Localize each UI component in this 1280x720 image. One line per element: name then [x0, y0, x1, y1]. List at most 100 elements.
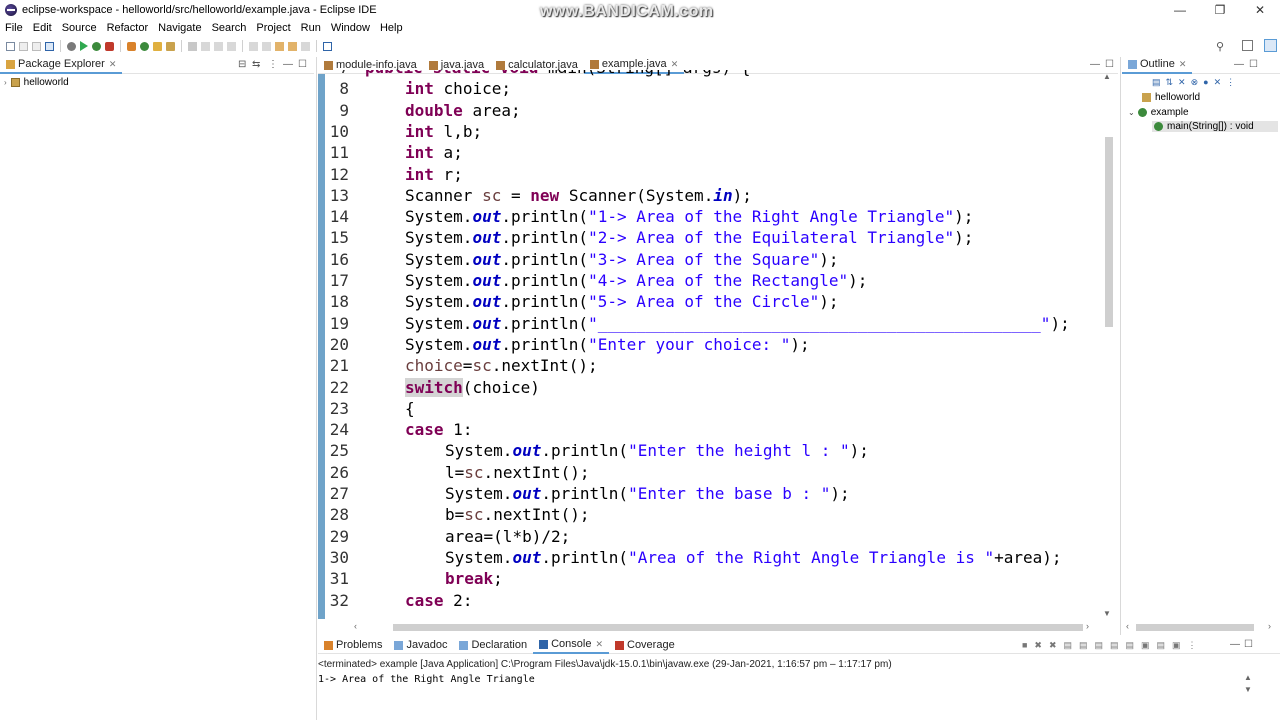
save-icon[interactable] — [19, 41, 28, 51]
forward-icon[interactable] — [301, 41, 310, 51]
back-icon[interactable] — [288, 41, 297, 51]
scroll-left-icon[interactable]: ‹ — [1126, 621, 1129, 631]
code-text-area[interactable]: 7 public static void main(String[] args) … — [325, 70, 1101, 619]
minimize-button[interactable]: — — [1160, 0, 1200, 20]
outline-item-package[interactable]: helloworld — [1142, 92, 1200, 103]
chevron-right-icon[interactable]: › — [4, 78, 7, 87]
code-line[interactable]: 10 int l,b; — [325, 121, 1101, 142]
code-line[interactable]: 28 b=sc.nextInt(); — [325, 504, 1101, 525]
code-line[interactable]: 23 { — [325, 398, 1101, 419]
code-line[interactable]: 19 System.out.println("__________________… — [325, 313, 1101, 334]
maximize-view-icon[interactable]: ☐ — [1249, 59, 1258, 70]
code-line[interactable]: 25 System.out.println("Enter the height l… — [325, 440, 1101, 461]
scroll-down-icon[interactable]: ▼ — [1244, 685, 1252, 694]
project-tree-item[interactable]: › helloworld — [4, 77, 69, 88]
last-edit-icon[interactable] — [275, 41, 284, 51]
run-icon[interactable] — [80, 41, 88, 51]
horizontal-scroll-thumb[interactable] — [393, 624, 1083, 631]
console-output[interactable]: 1-> Area of the Right Angle Triangle — [318, 674, 535, 685]
tab-problems[interactable]: Problems — [318, 637, 388, 654]
code-line[interactable]: 27 System.out.println("Enter the base b :… — [325, 483, 1101, 504]
code-line[interactable]: 32 case 2: — [325, 590, 1101, 611]
outline-item-class[interactable]: ⌄ example — [1128, 107, 1189, 118]
block-select-icon[interactable] — [227, 41, 236, 51]
minimize-view-icon[interactable]: — — [1090, 59, 1100, 70]
menu-help[interactable]: Help — [375, 22, 408, 34]
sash-right[interactable] — [1120, 57, 1121, 635]
code-line[interactable]: 8 int choice; — [325, 78, 1101, 99]
code-line[interactable]: 9 double area; — [325, 100, 1101, 121]
coverage-icon[interactable] — [92, 41, 101, 51]
maximize-view-icon[interactable]: ☐ — [1105, 59, 1114, 70]
menu-refactor[interactable]: Refactor — [102, 22, 154, 34]
tab-outline[interactable]: Outline ✕ — [1122, 56, 1193, 74]
code-line[interactable]: 16 System.out.println("3-> Area of the Sq… — [325, 249, 1101, 270]
view-menu-icon[interactable]: ⋮ — [268, 59, 278, 70]
close-icon[interactable]: ✕ — [671, 59, 679, 70]
debug-icon[interactable] — [67, 41, 76, 51]
new-java-project-icon[interactable] — [127, 41, 136, 51]
tab-declaration[interactable]: Declaration — [453, 637, 533, 654]
code-line[interactable]: 29 area=(l*b)/2; — [325, 526, 1101, 547]
tab-package-explorer[interactable]: Package Explorer ✕ — [0, 56, 123, 74]
tab-coverage[interactable]: Coverage — [609, 637, 681, 654]
scroll-down-icon[interactable]: ▼ — [1103, 609, 1111, 618]
new-class-icon[interactable] — [140, 41, 149, 51]
next-annotation-icon[interactable] — [249, 41, 258, 51]
menu-source[interactable]: Source — [57, 22, 102, 34]
new-icon[interactable] — [6, 41, 15, 51]
search-icon[interactable]: ⚲ — [1216, 40, 1224, 53]
pin-editor-icon[interactable] — [323, 41, 332, 51]
whitespace-icon[interactable] — [214, 41, 223, 51]
java-perspective-icon[interactable] — [1264, 39, 1277, 52]
menu-navigate[interactable]: Navigate — [153, 22, 206, 34]
menu-window[interactable]: Window — [326, 22, 375, 34]
menu-search[interactable]: Search — [207, 22, 252, 34]
code-line[interactable]: 12 int r; — [325, 164, 1101, 185]
close-icon[interactable]: ✕ — [109, 59, 117, 70]
scroll-up-icon[interactable]: ▲ — [1244, 673, 1252, 682]
search-toolbar-icon[interactable] — [166, 41, 175, 51]
close-window-button[interactable]: ✕ — [1240, 0, 1280, 20]
open-perspective-icon[interactable] — [1242, 40, 1253, 51]
menu-run[interactable]: Run — [296, 22, 326, 34]
minimize-view-icon[interactable]: — — [1230, 639, 1240, 650]
prev-annotation-icon[interactable] — [262, 41, 271, 51]
vertical-scroll-thumb[interactable] — [1105, 137, 1113, 327]
code-line[interactable]: 17 System.out.println("4-> Area of the Re… — [325, 270, 1101, 291]
save-all-icon[interactable] — [32, 41, 41, 51]
menu-file[interactable]: File — [0, 22, 28, 34]
minimize-view-icon[interactable]: — — [1234, 59, 1244, 70]
sash-left[interactable] — [316, 57, 317, 720]
maximize-view-icon[interactable]: ☐ — [298, 59, 307, 70]
outline-horizontal-scrollbar[interactable]: ‹ › — [1122, 619, 1280, 635]
code-line[interactable]: 31 break; — [325, 568, 1101, 589]
toggle-mark-icon[interactable] — [188, 41, 197, 51]
link-editor-icon[interactable]: ⇆ — [252, 59, 260, 70]
menu-project[interactable]: Project — [251, 22, 295, 34]
annotation-icon[interactable] — [201, 41, 210, 51]
external-tools-icon[interactable] — [105, 41, 114, 51]
horizontal-scrollbar[interactable]: ‹ › — [318, 619, 1101, 635]
restore-button[interactable]: ❐ — [1200, 0, 1240, 20]
scroll-right-icon[interactable]: › — [1086, 621, 1089, 631]
chevron-down-icon[interactable]: ⌄ — [1128, 108, 1135, 117]
menu-edit[interactable]: Edit — [28, 22, 57, 34]
console-toolbar[interactable]: ■✖✖▤▤▤▤▤▣▤▣⋮ — [1022, 640, 1204, 651]
code-line[interactable]: 20 System.out.println("Enter your choice:… — [325, 334, 1101, 355]
code-line[interactable]: 7 public static void main(String[] args) … — [325, 70, 1101, 78]
scroll-left-icon[interactable]: ‹ — [354, 621, 357, 631]
code-line[interactable]: 15 System.out.println("2-> Area of the Eq… — [325, 227, 1101, 248]
horizontal-scroll-thumb[interactable] — [1136, 624, 1254, 631]
code-line[interactable]: 21 choice=sc.nextInt(); — [325, 355, 1101, 376]
tab-javadoc[interactable]: Javadoc — [388, 637, 453, 654]
code-line[interactable]: 18 System.out.println("5-> Area of the Ci… — [325, 291, 1101, 312]
close-icon[interactable]: ✕ — [595, 639, 603, 650]
close-icon[interactable]: ✕ — [1179, 59, 1187, 70]
code-line[interactable]: 24 case 1: — [325, 419, 1101, 440]
minimize-view-icon[interactable]: — — [283, 59, 293, 70]
open-type-icon[interactable] — [153, 41, 162, 51]
outline-toolbar[interactable]: ▤⇅✕⊗●✕⋮ — [1152, 77, 1240, 88]
code-line[interactable]: 30 System.out.println("Area of the Right … — [325, 547, 1101, 568]
terminal-icon[interactable] — [45, 41, 54, 51]
